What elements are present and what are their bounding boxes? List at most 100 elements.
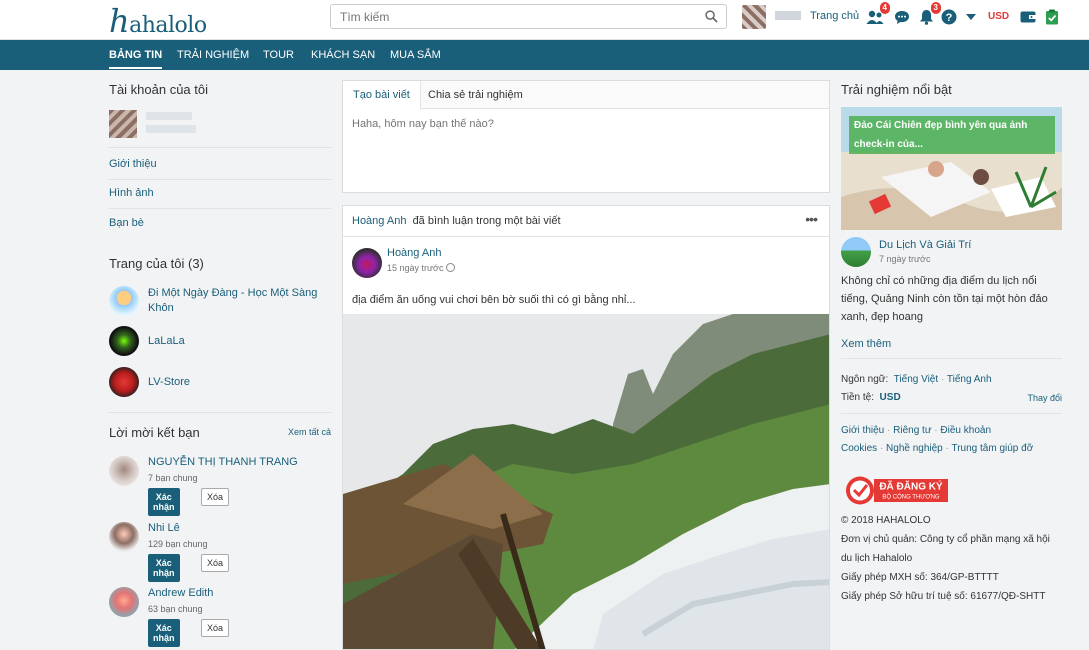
globe-icon <box>446 263 456 272</box>
nav-feed[interactable]: BẢNG TIN <box>109 49 163 69</box>
confirm-button[interactable]: Xác nhận <box>148 554 180 582</box>
profile-name-blurred[interactable] <box>146 112 192 120</box>
copyright-block: © 2018 HAHALOLO Đơn vị chủ quản: Công ty… <box>841 511 1062 606</box>
wallet-icon[interactable] <box>1019 8 1037 26</box>
mutual-friends: 7 bạn chung <box>148 473 198 483</box>
page-avatar <box>109 367 139 397</box>
more-options-icon[interactable]: ••• <box>805 211 818 227</box>
post-composer: Tạo bài viết Chia sẻ trải nghiệm <box>342 80 830 193</box>
logo[interactable]: hahalolo <box>109 2 207 40</box>
post-time-text: 15 ngày trước <box>387 263 444 273</box>
post-photo[interactable] <box>343 314 830 650</box>
activity-user[interactable]: Hoàng Anh <box>352 215 406 227</box>
tab-create-post[interactable]: Tạo bài viết <box>343 81 421 109</box>
notifications-icon[interactable]: 3 <box>917 2 941 26</box>
nav-shopping[interactable]: MUA SẮM <box>390 49 441 61</box>
post-time: 15 ngày trước <box>387 263 456 273</box>
friend-name[interactable]: NGUYỄN THỊ THANH TRANG <box>148 456 298 468</box>
link-friends[interactable]: Bạn bè <box>109 217 144 229</box>
post-input[interactable] <box>352 118 812 130</box>
friend-requests-icon[interactable]: 4 <box>866 2 890 26</box>
footer-careers[interactable]: Nghề nghiệp <box>886 443 943 454</box>
mutual-friends: 63 bạn chung <box>148 604 203 614</box>
footer-about[interactable]: Giới thiệu <box>841 425 884 436</box>
friend-name[interactable]: Nhi Lê <box>148 522 180 534</box>
nav-experience[interactable]: TRẢI NGHIỆM <box>177 49 249 61</box>
user-name-blurred[interactable] <box>775 11 801 20</box>
featured-caption[interactable]: Đảo Cái Chiên đẹp bình yên qua ảnh check… <box>849 116 1055 154</box>
messages-icon[interactable] <box>893 8 911 26</box>
divider <box>109 147 331 148</box>
profile-avatar[interactable] <box>109 110 137 138</box>
featured-image[interactable]: Đảo Cái Chiên đẹp bình yên qua ảnh check… <box>841 107 1062 230</box>
top-bar: hahalolo Trang chủ 4 3 ? USD <box>0 0 1089 40</box>
delete-button[interactable]: Xóa <box>201 554 230 572</box>
friend-name[interactable]: Andrew Edith <box>148 587 213 599</box>
nav-hotel[interactable]: KHÁCH SẠN <box>311 49 375 61</box>
mutual-friends: 129 bạn chung <box>148 539 208 549</box>
page-item[interactable]: LV-Store <box>109 367 190 397</box>
footer-links-row2: Cookies · Nghề nghiệp · Trung tâm giúp đ… <box>841 443 1034 454</box>
page-item[interactable]: LaLaLa <box>109 326 185 356</box>
currency-selector[interactable]: USD <box>988 11 1009 22</box>
footer-cookies[interactable]: Cookies <box>841 443 877 454</box>
friend-requests-title: Lời mời kết bạn <box>109 425 200 440</box>
author-avatar[interactable] <box>352 248 382 278</box>
registered-badge-line1: ĐÃ ĐĂNG KÝ <box>879 480 943 493</box>
clipboard-check-icon[interactable] <box>1043 8 1061 26</box>
see-more-link[interactable]: Xem thêm <box>841 338 891 350</box>
see-all-link[interactable]: Xem tất cả <box>288 427 331 437</box>
search-input[interactable] <box>331 5 691 28</box>
copyright: © 2018 HAHALOLO <box>841 515 931 526</box>
nav-tour[interactable]: TOUR <box>263 49 294 61</box>
footer-help-center[interactable]: Trung tâm giúp đỡ <box>951 443 1033 454</box>
friend-avatar[interactable] <box>109 522 139 552</box>
currency-row: Tiền tệ: USD <box>841 392 901 403</box>
change-currency-link[interactable]: Thay đổi <box>1027 393 1062 403</box>
featured-time: 7 ngày trước <box>879 254 931 264</box>
confirm-button[interactable]: Xác nhận <box>148 488 180 516</box>
footer-privacy[interactable]: Riêng tư <box>893 425 931 436</box>
divider <box>343 236 829 237</box>
help-icon[interactable]: ? <box>940 8 958 26</box>
page-avatar <box>109 286 139 316</box>
post-text: địa điểm ăn uống vui chơi bên bờ suối th… <box>352 294 636 306</box>
tab-share-experience[interactable]: Chia sẻ trải nghiệm <box>418 81 533 109</box>
friend-avatar[interactable] <box>109 587 139 617</box>
delete-button[interactable]: Xóa <box>201 488 230 506</box>
lang-vietnamese[interactable]: Tiếng Việt <box>894 374 938 385</box>
search-icon[interactable] <box>705 10 718 23</box>
feed-post: Hoàng Anh đã bình luận trong một bài viế… <box>342 205 830 650</box>
page-name: Đi Một Ngày Đàng - Học Một Sàng Khôn <box>148 287 318 314</box>
link-about[interactable]: Giới thiệu <box>109 158 157 170</box>
page-item[interactable]: Đi Một Ngày Đàng - Học Một Sàng Khôn <box>109 286 323 316</box>
profile-sub-blurred <box>146 125 196 133</box>
divider <box>109 208 331 209</box>
user-avatar[interactable] <box>742 5 766 29</box>
delete-button[interactable]: Xóa <box>201 619 230 637</box>
featured-description: Không chỉ có những địa điểm du lịch nổi … <box>841 275 1048 323</box>
link-photos[interactable]: Hình ảnh <box>109 187 154 199</box>
home-link[interactable]: Trang chủ <box>810 10 859 22</box>
friend-requests-badge: 4 <box>879 2 890 14</box>
footer-terms[interactable]: Điều khoản <box>940 425 991 436</box>
chevron-down-icon[interactable] <box>962 8 980 26</box>
divider <box>841 413 1062 414</box>
divider <box>841 358 1062 359</box>
account-title: Tài khoản của tôi <box>109 82 209 97</box>
my-pages-title: Trang của tôi (3) <box>109 256 204 271</box>
featured-author-name[interactable]: Du Lịch Và Giải Trí <box>879 239 971 251</box>
registered-badge[interactable]: ĐÃ ĐĂNG KÝ BỘ CÔNG THƯƠNG <box>845 475 949 506</box>
registered-badge-line2: BỘ CÔNG THƯƠNG <box>882 494 939 501</box>
friend-avatar[interactable] <box>109 456 139 486</box>
featured-author-avatar[interactable] <box>841 237 871 267</box>
language-label: Ngôn ngữ: <box>841 374 889 385</box>
page-name: LV-Store <box>148 375 190 388</box>
featured-title: Trải nghiệm nổi bật <box>841 82 952 97</box>
divider <box>109 179 331 180</box>
author-name[interactable]: Hoàng Anh <box>387 247 441 259</box>
svg-text:?: ? <box>946 12 953 24</box>
lang-english[interactable]: Tiếng Anh <box>947 374 992 385</box>
confirm-button[interactable]: Xác nhận <box>148 619 180 647</box>
footer-links-row1: Giới thiệu · Riêng tư · Điều khoản <box>841 425 992 436</box>
